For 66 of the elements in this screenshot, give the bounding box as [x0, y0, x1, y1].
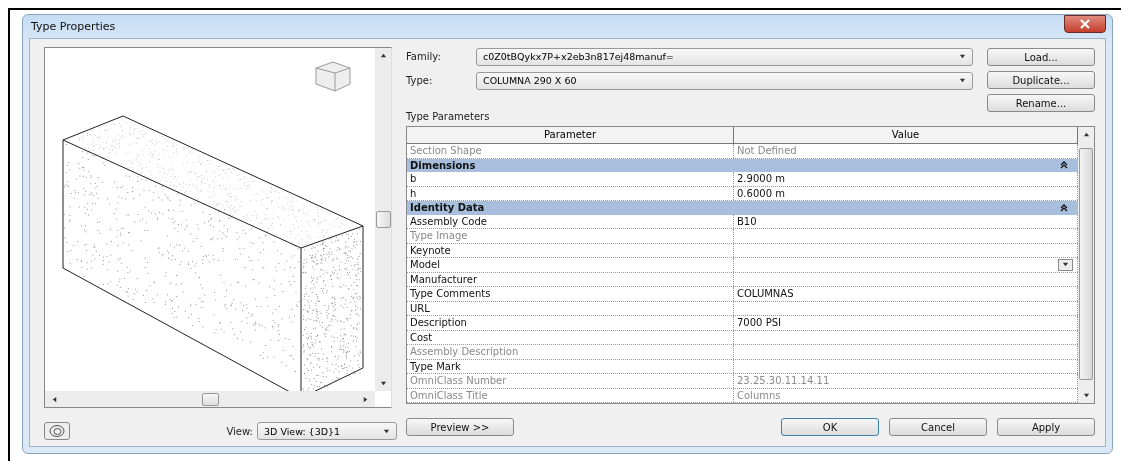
scroll-right-icon[interactable] — [362, 395, 369, 403]
parameter-cell: Assembly Code — [407, 214, 734, 228]
collapse-icon[interactable] — [1060, 161, 1068, 170]
parameter-cell: Cost — [407, 330, 734, 344]
scroll-thumb[interactable] — [375, 211, 391, 228]
side-button[interactable]: Rename... — [987, 94, 1095, 112]
field-label: Type: — [406, 75, 434, 86]
dialog-button[interactable]: Cancel — [889, 418, 987, 436]
value-cell: Columns — [737, 388, 781, 402]
scroll-down-icon[interactable] — [1082, 392, 1090, 399]
window-title: Type Properties — [30, 20, 116, 33]
scroll-thumb[interactable] — [201, 392, 219, 406]
value-cell: B10 — [737, 214, 757, 228]
parameter-cell: Type Image — [407, 229, 734, 243]
parameter-cell: OmniClass Number — [407, 374, 734, 388]
value-cell: 2.9000 m — [737, 172, 785, 186]
caret-icon[interactable] — [383, 427, 390, 435]
dropdown-field[interactable]: COLUMNA 290 X 60 — [476, 71, 973, 90]
vertical-scrollbar[interactable] — [1078, 127, 1094, 403]
parameter-cell: Model — [407, 258, 734, 272]
scroll-up-icon[interactable] — [379, 52, 387, 59]
ring-icon — [48, 424, 66, 438]
value-cell: 7000 PSI — [737, 316, 781, 330]
scroll-up-icon[interactable] — [1082, 131, 1090, 138]
preview-button[interactable]: Preview >> — [406, 418, 514, 436]
group-row[interactable]: Identity Data — [407, 201, 1078, 215]
parameter-cell: Type Mark — [407, 359, 734, 373]
caret-icon[interactable] — [959, 77, 966, 84]
side-button[interactable]: Load... — [987, 48, 1095, 66]
view-label: View: — [226, 425, 253, 437]
scroll-down-icon[interactable] — [379, 380, 387, 387]
close-icon — [1079, 18, 1091, 29]
scroll-thumb[interactable] — [1079, 148, 1093, 380]
close-button[interactable] — [1064, 14, 1106, 33]
horizontal-scrollbar[interactable] — [45, 391, 375, 407]
group-name: Identity Data — [410, 202, 485, 214]
parameter-cell: OmniClass Title — [407, 388, 734, 402]
parameter-cell: Manufacturer — [407, 272, 734, 286]
group-name: Dimensions — [410, 159, 476, 171]
parameter-cell: Description — [407, 316, 734, 330]
dialog-button[interactable]: Apply — [997, 418, 1095, 436]
parameter-cell: Section Shape — [407, 144, 734, 158]
column-header[interactable]: Parameter — [407, 127, 734, 143]
parameter-cell: b — [407, 172, 734, 186]
view-toggle-button[interactable] — [44, 422, 70, 440]
scroll-left-icon[interactable] — [51, 395, 58, 403]
dropdown-field[interactable]: c0Z0tBQykx7P+x2eb3n817ej48manuf= — [476, 47, 973, 66]
parameter-cell: Assembly Description — [407, 345, 734, 359]
value-cell: COLUMNAS — [737, 287, 794, 301]
value-cell: Not Defined — [737, 144, 797, 158]
dialog-button[interactable]: OK — [781, 418, 879, 436]
side-button[interactable]: Duplicate... — [987, 71, 1095, 89]
parameter-cell: h — [407, 186, 734, 200]
parameter-cell: URL — [407, 301, 734, 315]
vertical-scrollbar[interactable] — [375, 48, 391, 391]
parameter-cell: Type Comments — [407, 287, 734, 301]
collapse-icon[interactable] — [1060, 203, 1068, 212]
caret-icon — [1062, 261, 1069, 269]
section-title: Type Parameters — [406, 111, 491, 122]
parameter-cell: Keynote — [407, 243, 734, 257]
caret-icon[interactable] — [959, 53, 966, 60]
view-dropdown[interactable]: 3D View: {3D}1 — [257, 422, 397, 440]
dropdown-button[interactable] — [1058, 258, 1073, 271]
value-cell: 0.6000 m — [737, 186, 785, 200]
field-label: Family: — [406, 51, 442, 62]
value-cell: 23.25.30.11.14.11 — [737, 374, 830, 388]
